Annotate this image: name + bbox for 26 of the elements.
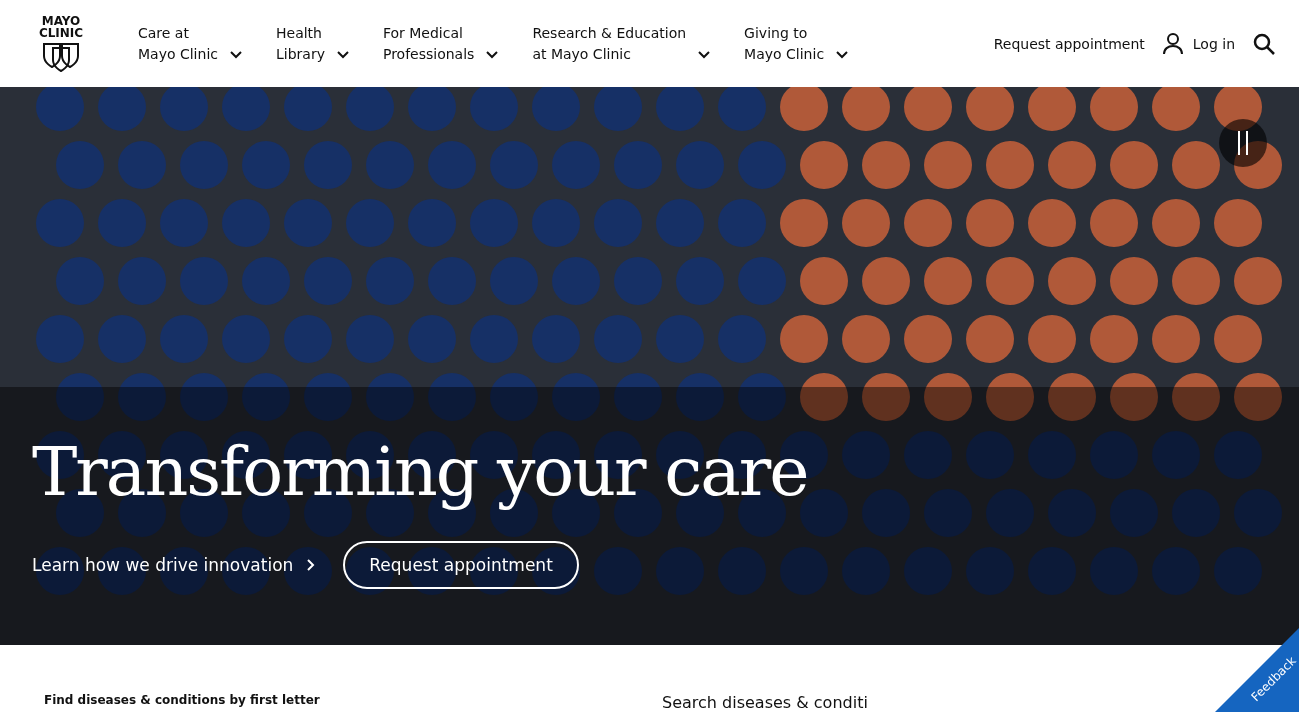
nav-menu-item[interactable]: Care at Mayo Clinic (138, 22, 242, 65)
pause-icon (1236, 131, 1250, 155)
logo-text: MAYO (41, 15, 81, 27)
chevron-down-icon (230, 50, 242, 59)
logo-text: CLINIC (38, 27, 84, 39)
chevron-down-icon (698, 50, 711, 59)
shields-icon (41, 42, 81, 72)
section-heading: Search diseases & conditi (662, 693, 868, 712)
learn-more-link[interactable]: Learn how we drive innovation (32, 555, 316, 575)
log-in-link[interactable]: Log in (1162, 32, 1235, 55)
chevron-down-icon (336, 50, 349, 59)
logo[interactable]: MAYO CLINIC (38, 15, 84, 72)
request-appointment-button[interactable]: Request appointment (343, 541, 579, 589)
person-icon (1162, 32, 1183, 55)
nav-menu-item[interactable]: Giving to Mayo Clinic (744, 22, 849, 65)
request-appointment-link[interactable]: Request appointment (993, 35, 1145, 52)
section-heading: Find diseases & conditions by first letter (44, 693, 321, 709)
hero-title: Transforming your care (32, 432, 808, 511)
nav-menu-item[interactable]: Research & Education at Mayo Clinic (532, 22, 711, 65)
nav-menu-item[interactable]: Health Library (276, 22, 349, 65)
chevron-down-icon (486, 50, 499, 59)
chevron-down-icon (836, 50, 849, 59)
pause-button[interactable] (1219, 119, 1267, 167)
chevron-right-icon (307, 559, 316, 571)
nav-menu-item[interactable]: For Medical Professionals (382, 22, 499, 65)
search-icon[interactable] (1253, 32, 1275, 55)
